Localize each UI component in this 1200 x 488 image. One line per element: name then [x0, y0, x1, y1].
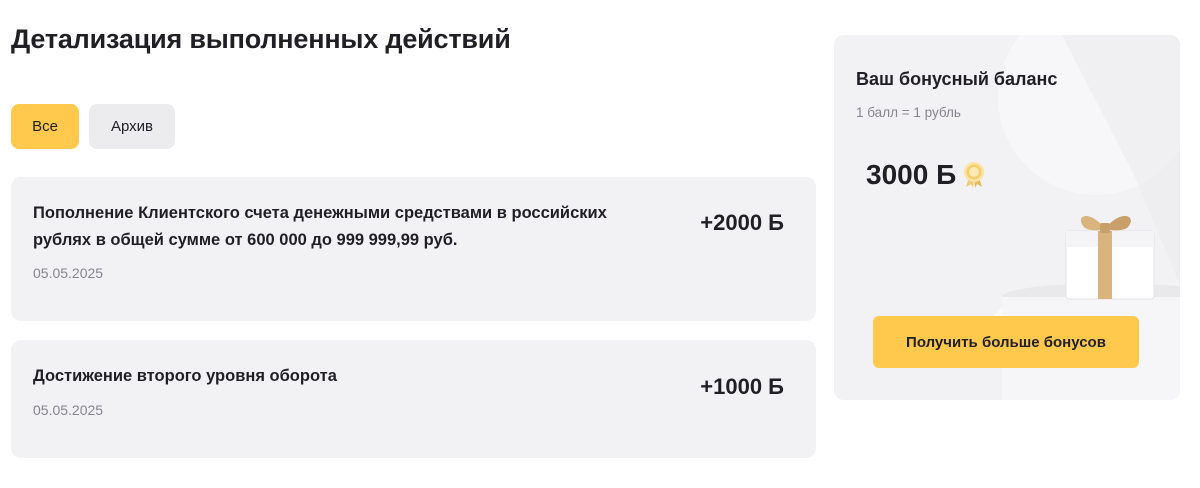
page-title: Детализация выполненных действий [11, 24, 511, 54]
activity-card: Достижение второго уровня оборота 05.05.… [11, 340, 816, 458]
tab-archive[interactable]: Архив [89, 104, 175, 149]
activity-card: Пополнение Клиентского счета денежными с… [11, 177, 816, 321]
tab-all[interactable]: Все [11, 104, 79, 149]
bonus-title: Ваш бонусный баланс [856, 69, 1058, 89]
gift-icon [1065, 215, 1155, 300]
activity-date: 05.05.2025 [33, 402, 104, 418]
get-more-bonuses-button[interactable]: Получить больше бонусов [873, 316, 1139, 368]
bonus-rate: 1 балл = 1 рубль [856, 105, 961, 120]
activity-title: Достижение второго уровня оборота [33, 367, 337, 385]
activity-date: 05.05.2025 [33, 265, 104, 281]
bonus-balance-panel: Ваш бонусный баланс 1 балл = 1 рубль 300… [834, 35, 1180, 400]
bonus-amount-row: 3000 Б [866, 159, 986, 191]
filter-tabs: Все Архив [11, 104, 175, 149]
activity-amount: +1000 Б [700, 374, 784, 399]
bonus-amount: 3000 Б [866, 159, 957, 190]
activity-amount: +2000 Б [700, 210, 784, 235]
medal-icon [964, 162, 985, 188]
activity-title: Пополнение Клиентского счета денежными с… [33, 204, 607, 249]
